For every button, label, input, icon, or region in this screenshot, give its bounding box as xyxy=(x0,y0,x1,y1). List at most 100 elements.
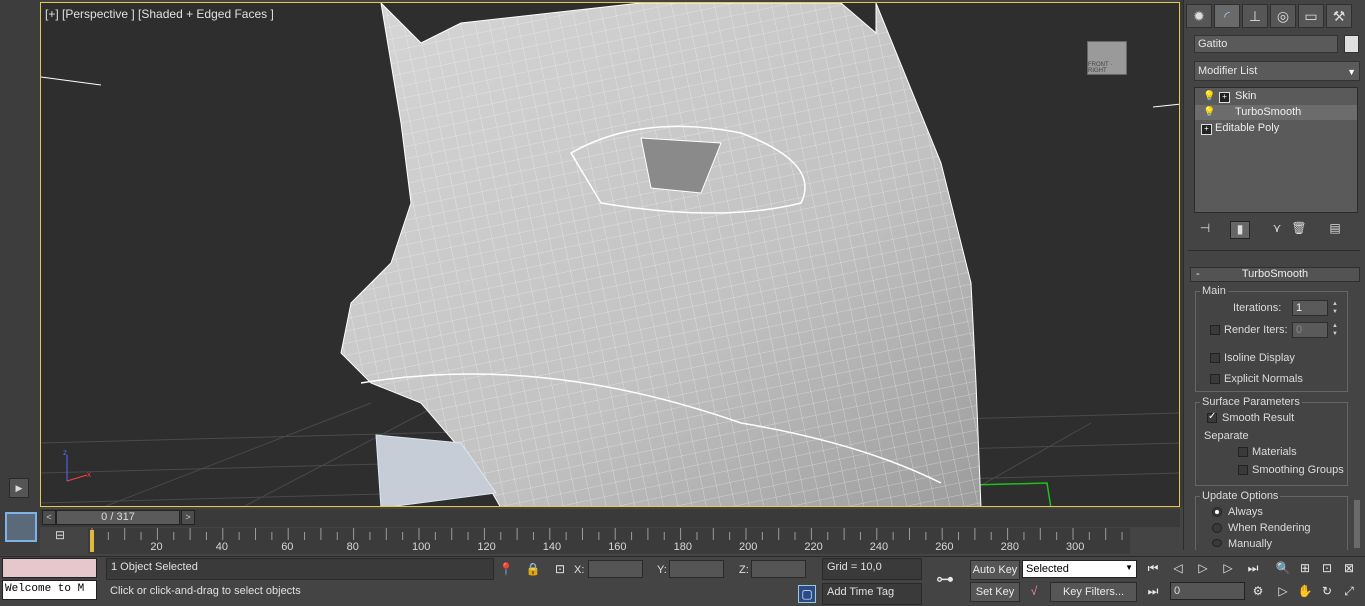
modify-tab-icon[interactable]: ◜ xyxy=(1214,4,1240,28)
absolute-mode-icon[interactable]: ⊡ xyxy=(552,561,568,577)
modifier-stack: 💡 + Skin 💡 TurboSmooth + Editable Poly xyxy=(1194,87,1358,213)
go-to-start-icon[interactable]: ⏮ xyxy=(1145,560,1161,576)
tick-label: 100 xyxy=(412,541,431,553)
tick-label: 120 xyxy=(477,541,496,553)
key-selection-dropdown[interactable]: Selected ▼ xyxy=(1022,560,1137,578)
stack-item-turbosmooth[interactable]: 💡 TurboSmooth xyxy=(1195,105,1357,120)
group-title: Main xyxy=(1200,285,1228,297)
utilities-tab-icon[interactable]: ⚒ xyxy=(1326,4,1352,28)
zoom-extents-icon[interactable]: ⊡ xyxy=(1319,560,1335,576)
spinner-arrows-icon[interactable]: ▲ ▼ xyxy=(1330,300,1340,316)
key-tangent-icon[interactable]: √ xyxy=(1026,583,1042,599)
time-next-button[interactable]: > xyxy=(181,510,195,525)
when-rendering-radio[interactable] xyxy=(1212,523,1222,533)
materials-checkbox[interactable] xyxy=(1238,447,1248,457)
play-icon[interactable]: ▷ xyxy=(1195,560,1211,576)
next-frame-icon[interactable]: ▷ xyxy=(1220,560,1236,576)
remove-modifier-icon[interactable]: 🗑 xyxy=(1290,221,1308,237)
zoom-all-icon[interactable]: ⊞ xyxy=(1297,560,1313,576)
key-filters-button[interactable]: Key Filters... xyxy=(1050,582,1137,602)
make-unique-icon[interactable]: ⋎ xyxy=(1268,221,1286,237)
viewport-thumbnail-icon[interactable] xyxy=(5,512,37,542)
dropdown-arrow-icon: ▼ xyxy=(1125,563,1133,572)
render-iters-checkbox[interactable] xyxy=(1210,325,1220,335)
isoline-display-label: Isoline Display xyxy=(1224,352,1295,364)
selection-lock-icon[interactable]: 🔒 xyxy=(525,561,541,577)
motion-tab-icon[interactable]: ◎ xyxy=(1270,4,1296,28)
configure-modifier-sets-icon[interactable]: ▤ xyxy=(1326,221,1344,237)
set-key-mode-icon[interactable]: ⊶ xyxy=(930,570,960,588)
lightbulb-icon[interactable]: 💡 xyxy=(1203,107,1215,118)
isolate-selection-icon[interactable]: 📍 xyxy=(498,561,514,577)
lightbulb-icon[interactable]: 💡 xyxy=(1203,91,1215,102)
tick-label: 260 xyxy=(935,541,954,553)
stack-item-editable-poly[interactable]: + Editable Poly xyxy=(1195,121,1357,136)
panel-scrollbar[interactable] xyxy=(1354,500,1360,548)
object-color-swatch[interactable] xyxy=(1344,35,1359,53)
expand-arrow-icon[interactable]: ▶ xyxy=(9,478,29,498)
separate-label: Separate xyxy=(1204,430,1249,442)
tick-label: 140 xyxy=(542,541,562,553)
always-radio[interactable] xyxy=(1212,507,1222,517)
time-marker[interactable] xyxy=(90,530,94,552)
isoline-display-checkbox[interactable] xyxy=(1210,353,1220,363)
collapse-icon: - xyxy=(1196,268,1200,280)
pan-view-icon[interactable]: ✋ xyxy=(1297,583,1313,599)
stack-item-label: Editable Poly xyxy=(1215,122,1280,134)
time-prev-button[interactable]: < xyxy=(42,510,56,525)
add-time-tag[interactable]: Add Time Tag xyxy=(822,583,922,605)
zoom-extents-all-icon[interactable]: ⊠ xyxy=(1341,560,1357,576)
smoothing-groups-checkbox[interactable] xyxy=(1238,465,1248,475)
modifier-list-dropdown[interactable]: Modifier List ▼ xyxy=(1194,61,1360,81)
field-of-view-icon[interactable]: ▷ xyxy=(1275,583,1291,599)
display-tab-icon[interactable]: ▭ xyxy=(1298,4,1324,28)
perspective-viewport[interactable]: z x [+] [Perspective ] [Shaded + Edged F… xyxy=(40,2,1180,507)
track-ticks xyxy=(91,528,1123,540)
time-tag-icon[interactable]: ▢ xyxy=(798,585,816,603)
smoothing-groups-label: Smoothing Groups xyxy=(1252,464,1344,476)
expand-icon[interactable]: + xyxy=(1219,92,1230,103)
manually-radio[interactable] xyxy=(1212,539,1222,547)
auto-key-button[interactable]: Auto Key xyxy=(970,560,1020,580)
go-to-end-icon[interactable]: ⏭ xyxy=(1245,560,1261,576)
time-configuration-icon[interactable]: ⚙ xyxy=(1250,583,1266,599)
maxscript-listener-pink[interactable] xyxy=(2,558,97,578)
object-name-input[interactable]: Gatito xyxy=(1194,35,1338,53)
explicit-normals-label: Explicit Normals xyxy=(1224,373,1303,385)
viewcube[interactable]: FRONT · RIGHT xyxy=(1087,41,1127,75)
explicit-normals-checkbox[interactable] xyxy=(1210,374,1220,384)
smooth-result-checkbox[interactable] xyxy=(1207,411,1217,423)
x-coordinate-input[interactable] xyxy=(588,560,643,578)
y-coordinate-input[interactable] xyxy=(669,560,724,578)
divider xyxy=(1188,250,1360,251)
zoom-icon[interactable]: 🔍 xyxy=(1275,560,1291,576)
maximize-viewport-icon[interactable]: ⤢ xyxy=(1341,583,1357,599)
tick-label: 60 xyxy=(281,541,294,553)
iterations-spinner[interactable]: 1 xyxy=(1292,300,1328,316)
curve-editor-icon[interactable]: ⊟ xyxy=(48,528,72,548)
z-label: Z: xyxy=(739,564,749,576)
stack-item-label: TurboSmooth xyxy=(1235,106,1302,118)
expand-icon[interactable]: + xyxy=(1201,124,1212,135)
current-frame-input[interactable]: 0 xyxy=(1170,582,1245,600)
viewport-label[interactable]: [+] [Perspective ] [Shaded + Edged Faces… xyxy=(45,7,274,21)
turbosmooth-rollout-header[interactable]: - TurboSmooth xyxy=(1190,267,1360,282)
key-mode-toggle-icon[interactable]: ⏭ xyxy=(1145,583,1161,599)
pin-stack-icon[interactable]: ⊣ xyxy=(1196,221,1214,237)
time-slider[interactable]: 0 / 317 xyxy=(56,510,180,525)
create-tab-icon[interactable]: ✹ xyxy=(1186,4,1212,28)
z-coordinate-input[interactable] xyxy=(751,560,806,578)
prompt-line: Click or click-and-drag to select object… xyxy=(106,583,792,605)
show-end-result-icon[interactable]: ▮ xyxy=(1230,221,1250,239)
maxscript-listener[interactable]: Welcome to M xyxy=(2,580,97,600)
stack-item-skin[interactable]: 💡 + Skin xyxy=(1195,89,1357,104)
spinner-arrows-icon[interactable]: ▲ ▼ xyxy=(1330,322,1340,338)
key-selection-value: Selected xyxy=(1026,563,1069,575)
hierarchy-tab-icon[interactable]: ⊥ xyxy=(1242,4,1268,28)
grid-size: Grid = 10,0 xyxy=(822,558,922,580)
orbit-icon[interactable]: ↻ xyxy=(1319,583,1335,599)
previous-frame-icon[interactable]: ◁ xyxy=(1170,560,1186,576)
group-title: Update Options xyxy=(1200,490,1281,502)
render-iters-spinner[interactable]: 0 xyxy=(1292,322,1328,338)
set-key-button[interactable]: Set Key xyxy=(970,582,1020,602)
